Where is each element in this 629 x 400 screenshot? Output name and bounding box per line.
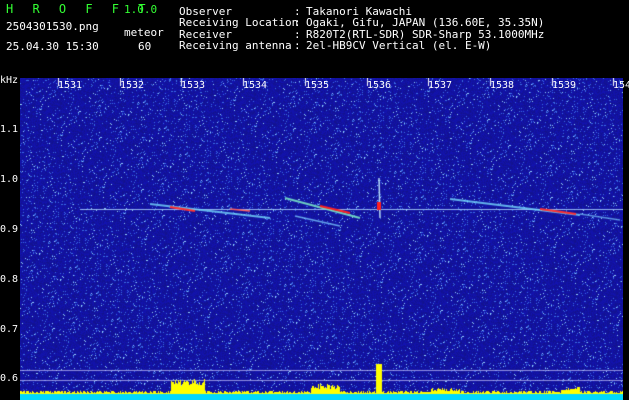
y-tick-label: 1.1 bbox=[0, 124, 19, 135]
count-label: 60 bbox=[138, 40, 152, 53]
x-tick-label: 1531 bbox=[58, 80, 83, 91]
y-tick-label: 0.8 bbox=[0, 274, 19, 285]
y-unit-label: kHz bbox=[0, 75, 19, 86]
x-tick-label: 1534 bbox=[243, 80, 268, 91]
y-tick-label: 0.9 bbox=[0, 224, 19, 235]
x-tick-label: 1532 bbox=[120, 80, 145, 91]
y-tick-label: 0.6 bbox=[0, 373, 19, 384]
x-tick-label: 1539 bbox=[552, 80, 577, 91]
x-tick-label: 1536 bbox=[367, 80, 392, 91]
info-sep: : bbox=[294, 16, 301, 29]
info-label-antenna: Receiving antenna bbox=[179, 39, 292, 52]
spectrogram-panel bbox=[20, 78, 623, 400]
filename-label: 2504301530.png bbox=[6, 20, 99, 33]
x-tick-label: 1540 bbox=[613, 80, 629, 91]
x-tick-label: 1533 bbox=[181, 80, 206, 91]
y-tick-label: 0.7 bbox=[0, 324, 19, 335]
info-label-location: Receiving Location bbox=[179, 16, 299, 29]
info-sep: : bbox=[294, 39, 301, 52]
x-tick-label: 1538 bbox=[490, 80, 515, 91]
info-value-antenna: 2el-HB9CV Vertical (el. E-W) bbox=[306, 39, 492, 52]
info-value-location: Ogaki, Gifu, JAPAN (136.60E, 35.35N) bbox=[306, 16, 545, 29]
type-label: meteor bbox=[124, 26, 164, 39]
spectrogram-canvas bbox=[20, 78, 623, 400]
datetime-label: 25.04.30 15:30 bbox=[6, 40, 99, 53]
x-tick-label: 1537 bbox=[428, 80, 453, 91]
header: H R O F F T 1.0.0 2504301530.png meteor … bbox=[0, 0, 629, 76]
x-tick-label: 1535 bbox=[305, 80, 330, 91]
version-label: 1.0.0 bbox=[124, 3, 158, 16]
y-tick-label: 1.0 bbox=[0, 174, 19, 185]
